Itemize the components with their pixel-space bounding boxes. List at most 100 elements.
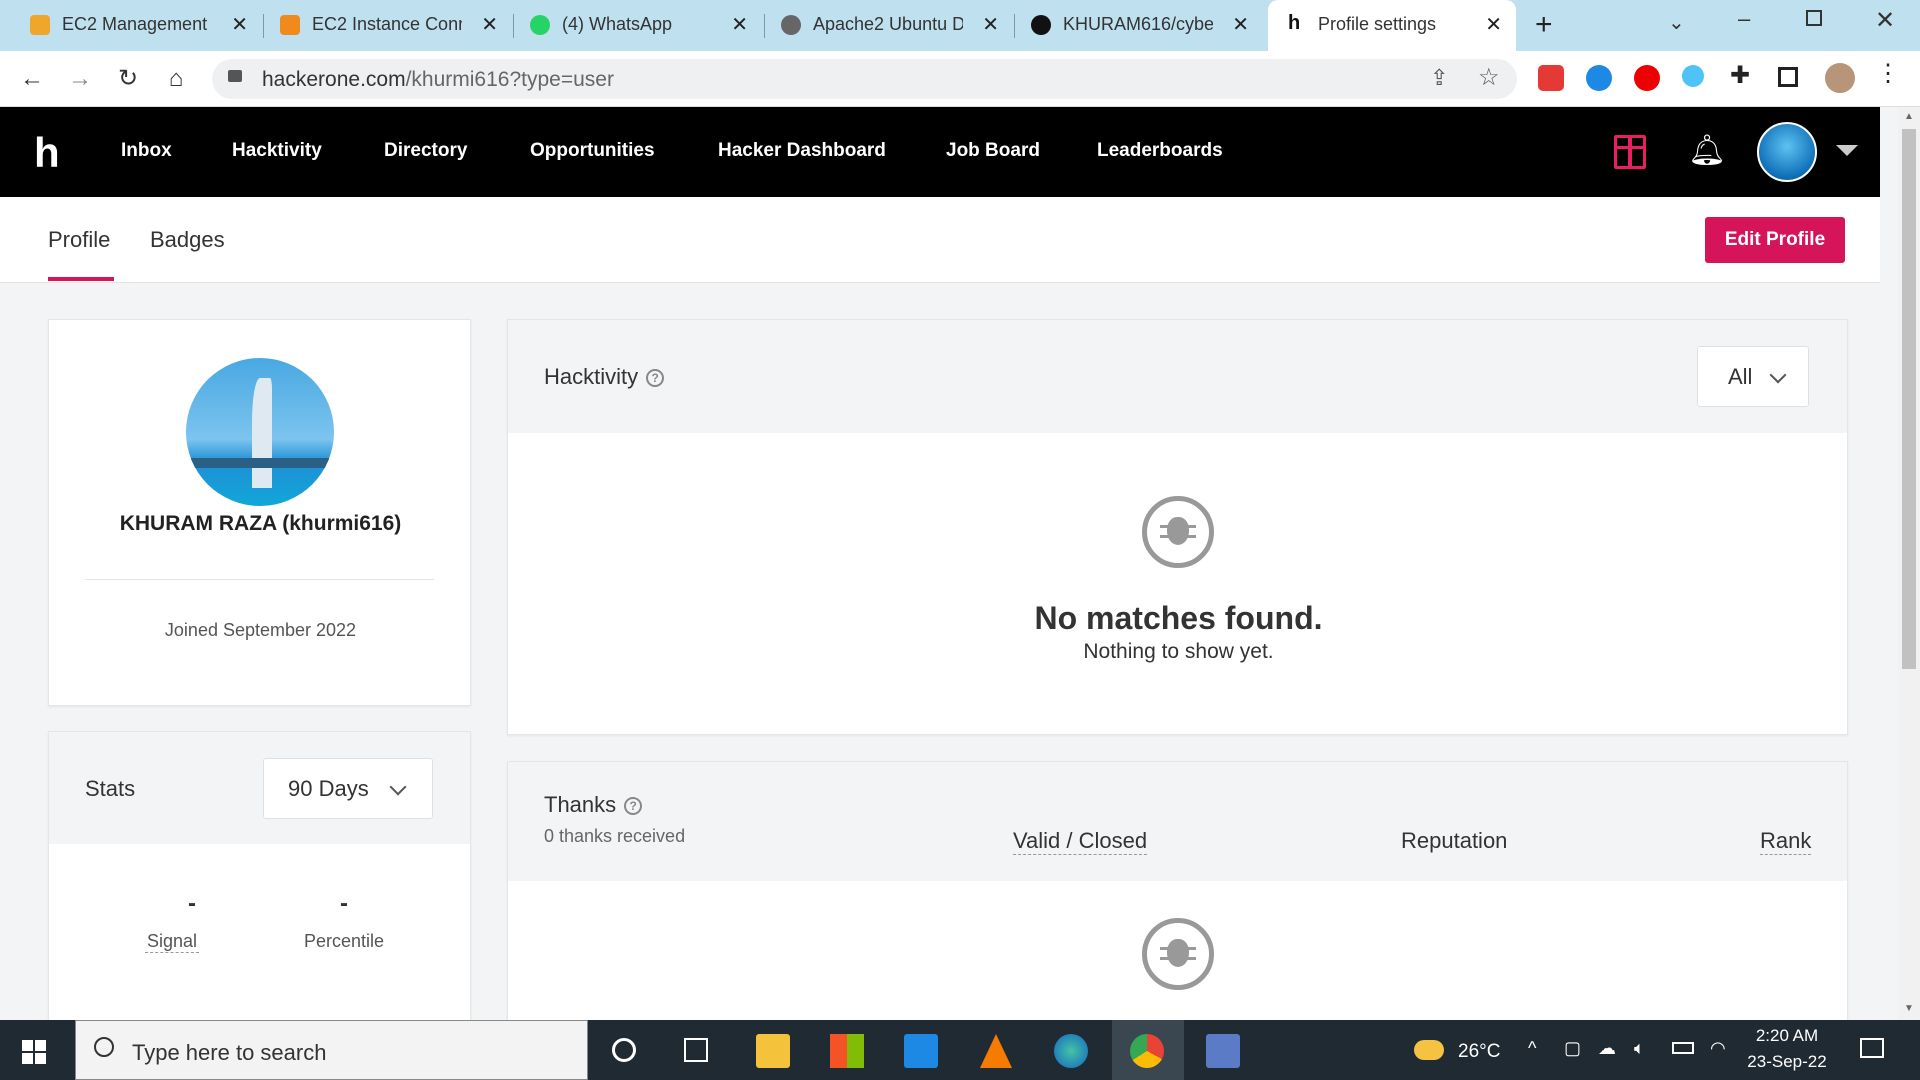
mail-icon[interactable] <box>904 1034 938 1068</box>
close-tab-icon[interactable]: ✕ <box>231 12 248 37</box>
aws-box-icon <box>280 15 300 35</box>
weather-icon[interactable] <box>1414 1040 1444 1060</box>
clock-time[interactable]: 2:20 AM <box>1752 1026 1822 1046</box>
scrollbar-thumb[interactable] <box>1902 129 1916 669</box>
meet-now-icon[interactable]: ▢ <box>1564 1038 1581 1059</box>
network-app-icon[interactable] <box>1206 1034 1240 1068</box>
close-tab-icon[interactable]: ✕ <box>1232 12 1249 37</box>
browser-tab-ec2-instance[interactable]: EC2 Instance Conne ✕ <box>250 0 512 51</box>
notification-bell-icon[interactable]: 🔔︎ <box>1688 133 1726 168</box>
task-view-icon[interactable] <box>684 1038 708 1062</box>
vlc-icon[interactable] <box>980 1034 1012 1068</box>
temperature[interactable]: 26°C <box>1458 1041 1500 1063</box>
wifi-icon[interactable]: ◠ <box>1710 1038 1726 1059</box>
browser-tab-whatsapp[interactable]: (4) WhatsApp ✕ <box>500 0 762 51</box>
nav-leaderboards[interactable]: Leaderboards <box>1097 140 1223 162</box>
signal-label[interactable]: Signal <box>145 931 199 953</box>
tray-expand-icon[interactable]: ^ <box>1528 1038 1536 1059</box>
adblock-extension-icon[interactable] <box>1634 65 1660 91</box>
column-valid-closed[interactable]: Valid / Closed <box>1013 828 1148 855</box>
onedrive-cloud-icon[interactable]: ☁ <box>1598 1038 1616 1059</box>
page-scrollbar[interactable]: ▲ ▼ <box>1898 107 1920 1020</box>
close-tab-icon[interactable]: ✕ <box>1485 12 1502 37</box>
browser-tab-github[interactable]: KHURAM616/cyber ✕ <box>1001 0 1263 51</box>
url-text[interactable]: hackerone.com/khurmi616?type=user <box>262 68 614 92</box>
tab-label: (4) WhatsApp <box>562 14 673 34</box>
side-panel-icon[interactable] <box>1778 67 1798 87</box>
tab-label: EC2 Instance Conne <box>312 14 462 34</box>
nav-hacktivity[interactable]: Hacktivity <box>232 140 322 162</box>
browser-tab-profile-settings[interactable]: h Profile settings ✕ <box>1268 0 1516 51</box>
volume-icon[interactable]: 🔈︎ <box>1634 1038 1645 1059</box>
stats-range-dropdown[interactable]: 90 Days <box>263 758 433 819</box>
back-arrow-icon[interactable]: ← <box>16 63 48 95</box>
percentile-label: Percentile <box>303 931 385 951</box>
microsoft-store-icon[interactable] <box>830 1034 864 1068</box>
empty-state-subtitle: Nothing to show yet. <box>1083 640 1274 663</box>
close-window-icon[interactable]: ✕ <box>1875 6 1895 35</box>
edge-icon[interactable] <box>1054 1034 1088 1068</box>
aws-icon <box>30 15 50 35</box>
browser-toolbar: ← → ↻ ⌂ hackerone.com/khurmi616?type=use… <box>0 51 1920 107</box>
clock-date[interactable]: 23-Sep-22 <box>1744 1052 1830 1072</box>
profile-card: KHURAM RAZA (khurmi616) Joined September… <box>48 319 471 706</box>
tab-profile[interactable]: Profile <box>48 227 110 253</box>
nav-job-board[interactable]: Job Board <box>946 140 1040 162</box>
github-icon <box>1031 15 1051 35</box>
nav-hacker-dashboard[interactable]: Hacker Dashboard <box>718 140 886 162</box>
taskbar-search-box[interactable]: Type here to search <box>75 1020 588 1080</box>
tab-search-chevron-icon[interactable]: ⌄ <box>1668 10 1685 35</box>
vpn-extension-icon[interactable] <box>1586 65 1612 91</box>
tab-label: KHURAM616/cyber <box>1063 14 1213 34</box>
hacktivity-filter-dropdown[interactable]: All <box>1697 346 1809 407</box>
pdf-extension-icon[interactable] <box>1538 65 1564 91</box>
close-tab-icon[interactable]: ✕ <box>731 12 748 37</box>
share-icon[interactable]: ⇪ <box>1430 65 1448 91</box>
help-icon[interactable]: ? <box>646 369 665 388</box>
hacktivity-title: Hacktivity? <box>544 364 665 390</box>
home-icon[interactable]: ⌂ <box>160 63 192 95</box>
browser-tab-apache2[interactable]: Apache2 Ubuntu D ✕ <box>751 0 1013 51</box>
minimize-icon[interactable]: – <box>1738 6 1750 32</box>
lock-icon[interactable] <box>228 70 242 82</box>
user-avatar[interactable] <box>1757 122 1817 182</box>
edit-profile-button[interactable]: Edit Profile <box>1705 217 1845 263</box>
signal-value: - <box>188 890 196 917</box>
cortana-icon[interactable] <box>612 1038 636 1062</box>
notification-center-icon[interactable] <box>1860 1038 1884 1058</box>
nav-directory[interactable]: Directory <box>384 140 467 162</box>
whatsapp-icon <box>530 15 550 35</box>
file-explorer-icon[interactable] <box>756 1034 790 1068</box>
tab-badges[interactable]: Badges <box>150 227 225 253</box>
account-caret-icon[interactable] <box>1836 145 1858 156</box>
close-tab-icon[interactable]: ✕ <box>481 12 498 37</box>
column-rank[interactable]: Rank <box>1760 828 1812 855</box>
nav-inbox[interactable]: Inbox <box>121 140 172 162</box>
cloud-extension-icon[interactable] <box>1682 65 1704 87</box>
hackerone-icon: h <box>1288 12 1301 34</box>
bookmark-star-icon[interactable]: ☆ <box>1478 63 1500 92</box>
extensions-puzzle-icon[interactable]: ✚ <box>1730 61 1750 90</box>
restore-icon[interactable] <box>1806 10 1822 26</box>
hackerone-logo[interactable]: h <box>34 129 60 177</box>
close-tab-icon[interactable]: ✕ <box>982 12 999 37</box>
profile-avatar <box>186 358 334 506</box>
forward-arrow-icon[interactable]: → <box>64 63 96 95</box>
reload-icon[interactable]: ↻ <box>112 63 144 95</box>
active-tab-underline <box>48 277 114 281</box>
help-icon[interactable]: ? <box>624 797 643 816</box>
nav-opportunities[interactable]: Opportunities <box>530 140 655 162</box>
battery-icon[interactable] <box>1672 1042 1694 1054</box>
gift-icon[interactable] <box>1614 135 1646 169</box>
chrome-icon[interactable] <box>1130 1034 1164 1068</box>
new-tab-icon[interactable]: + <box>1535 8 1553 42</box>
thanks-subtitle: 0 thanks received <box>544 826 686 846</box>
scroll-up-arrow-icon[interactable]: ▲ <box>1904 111 1914 122</box>
percentile-value: - <box>340 890 348 917</box>
scroll-down-arrow-icon[interactable]: ▼ <box>1904 1003 1914 1014</box>
address-bar[interactable]: hackerone.com/khurmi616?type=user ⇪ ☆ <box>212 59 1517 99</box>
menu-kebab-icon[interactable]: ⋮ <box>1876 59 1900 88</box>
profile-avatar-icon[interactable] <box>1825 63 1855 93</box>
windows-start-icon[interactable] <box>22 1040 46 1064</box>
browser-tab-ec2-management[interactable]: EC2 Management C ✕ <box>0 0 262 51</box>
